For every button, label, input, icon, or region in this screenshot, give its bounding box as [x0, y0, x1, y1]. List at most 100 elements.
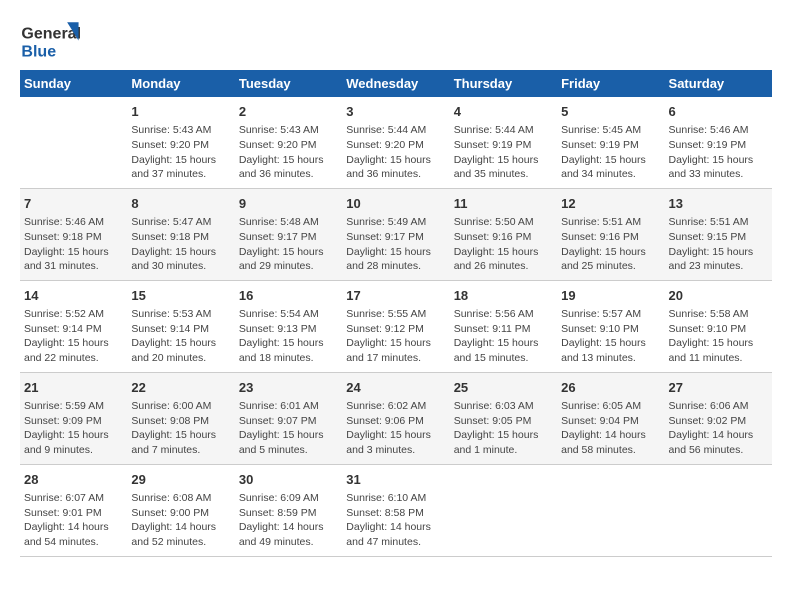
calendar-cell — [665, 464, 772, 556]
day-info: Sunrise: 5:56 AM Sunset: 9:11 PM Dayligh… — [454, 307, 553, 366]
calendar-cell: 27Sunrise: 6:06 AM Sunset: 9:02 PM Dayli… — [665, 372, 772, 464]
calendar-cell: 4 Sunrise: 5:44 AM Sunset: 9:19 PM Daylig… — [450, 97, 557, 188]
calendar-cell: 22Sunrise: 6:00 AM Sunset: 9:08 PM Dayli… — [127, 372, 234, 464]
day-number: 23 — [239, 379, 338, 397]
day-number: 5 — [561, 103, 660, 121]
day-info: Sunrise: 6:01 AM Sunset: 9:07 PM Dayligh… — [239, 399, 338, 458]
day-number: 24 — [346, 379, 445, 397]
day-number: 27 — [669, 379, 768, 397]
day-info: Sunrise: 5:51 AM Sunset: 9:16 PM Dayligh… — [561, 215, 660, 274]
day-number: 13 — [669, 195, 768, 213]
calendar-cell: 20Sunrise: 5:58 AM Sunset: 9:10 PM Dayli… — [665, 280, 772, 372]
day-info: Sunrise: 5:53 AM Sunset: 9:14 PM Dayligh… — [131, 307, 230, 366]
calendar-cell — [557, 464, 664, 556]
day-number: 1 — [131, 103, 230, 121]
calendar-cell: 13 Sunrise: 5:51 AM Sunset: 9:15 PM Dayli… — [665, 188, 772, 280]
calendar-cell: 18 Sunrise: 5:56 AM Sunset: 9:11 PM Dayli… — [450, 280, 557, 372]
col-header-tuesday: Tuesday — [235, 70, 342, 97]
calendar-cell: 9 Sunrise: 5:48 AM Sunset: 9:17 PM Daylig… — [235, 188, 342, 280]
calendar-cell — [20, 97, 127, 188]
calendar-cell: 19Sunrise: 5:57 AM Sunset: 9:10 PM Dayli… — [557, 280, 664, 372]
col-header-friday: Friday — [557, 70, 664, 97]
day-info: Sunrise: 6:10 AM Sunset: 8:58 PM Dayligh… — [346, 491, 445, 550]
day-info: Sunrise: 5:44 AM Sunset: 9:20 PM Dayligh… — [346, 123, 445, 182]
day-info: Sunrise: 5:49 AM Sunset: 9:17 PM Dayligh… — [346, 215, 445, 274]
col-header-wednesday: Wednesday — [342, 70, 449, 97]
day-number: 4 — [454, 103, 553, 121]
day-number: 21 — [24, 379, 123, 397]
calendar-cell: 24Sunrise: 6:02 AM Sunset: 9:06 PM Dayli… — [342, 372, 449, 464]
day-info: Sunrise: 5:52 AM Sunset: 9:14 PM Dayligh… — [24, 307, 123, 366]
calendar-cell: 12 Sunrise: 5:51 AM Sunset: 9:16 PM Dayli… — [557, 188, 664, 280]
week-row-2: 7 Sunrise: 5:46 AM Sunset: 9:18 PM Daylig… — [20, 188, 772, 280]
day-info: Sunrise: 5:48 AM Sunset: 9:17 PM Dayligh… — [239, 215, 338, 274]
calendar-cell: 10 Sunrise: 5:49 AM Sunset: 9:17 PM Dayli… — [342, 188, 449, 280]
calendar-cell: 23 Sunrise: 6:01 AM Sunset: 9:07 PM Dayli… — [235, 372, 342, 464]
calendar-cell: 8 Sunrise: 5:47 AM Sunset: 9:18 PM Daylig… — [127, 188, 234, 280]
calendar-table: SundayMondayTuesdayWednesdayThursdayFrid… — [20, 70, 772, 557]
logo: GeneralBlue — [20, 20, 80, 60]
calendar-cell: 6 Sunrise: 5:46 AM Sunset: 9:19 PM Daylig… — [665, 97, 772, 188]
logo-icon: GeneralBlue — [20, 20, 80, 60]
calendar-cell: 25 Sunrise: 6:03 AM Sunset: 9:05 PM Dayli… — [450, 372, 557, 464]
day-number: 2 — [239, 103, 338, 121]
calendar-cell: 5Sunrise: 5:45 AM Sunset: 9:19 PM Daylig… — [557, 97, 664, 188]
calendar-cell: 2 Sunrise: 5:43 AM Sunset: 9:20 PM Daylig… — [235, 97, 342, 188]
day-info: Sunrise: 5:51 AM Sunset: 9:15 PM Dayligh… — [669, 215, 768, 274]
week-row-1: 1 Sunrise: 5:43 AM Sunset: 9:20 PM Daylig… — [20, 97, 772, 188]
col-header-saturday: Saturday — [665, 70, 772, 97]
calendar-cell: 3 Sunrise: 5:44 AM Sunset: 9:20 PM Daylig… — [342, 97, 449, 188]
calendar-cell: 26Sunrise: 6:05 AM Sunset: 9:04 PM Dayli… — [557, 372, 664, 464]
day-number: 3 — [346, 103, 445, 121]
day-info: Sunrise: 5:54 AM Sunset: 9:13 PM Dayligh… — [239, 307, 338, 366]
day-info: Sunrise: 5:46 AM Sunset: 9:18 PM Dayligh… — [24, 215, 123, 274]
svg-text:Blue: Blue — [21, 44, 56, 60]
day-info: Sunrise: 6:09 AM Sunset: 8:59 PM Dayligh… — [239, 491, 338, 550]
day-info: Sunrise: 5:43 AM Sunset: 9:20 PM Dayligh… — [131, 123, 230, 182]
day-number: 22 — [131, 379, 230, 397]
col-header-monday: Monday — [127, 70, 234, 97]
calendar-cell: 21Sunrise: 5:59 AM Sunset: 9:09 PM Dayli… — [20, 372, 127, 464]
day-number: 28 — [24, 471, 123, 489]
col-header-sunday: Sunday — [20, 70, 127, 97]
day-info: Sunrise: 6:03 AM Sunset: 9:05 PM Dayligh… — [454, 399, 553, 458]
week-row-5: 28 Sunrise: 6:07 AM Sunset: 9:01 PM Dayli… — [20, 464, 772, 556]
day-info: Sunrise: 5:50 AM Sunset: 9:16 PM Dayligh… — [454, 215, 553, 274]
day-number: 8 — [131, 195, 230, 213]
day-number: 25 — [454, 379, 553, 397]
day-number: 30 — [239, 471, 338, 489]
week-row-4: 21Sunrise: 5:59 AM Sunset: 9:09 PM Dayli… — [20, 372, 772, 464]
calendar-cell: 30 Sunrise: 6:09 AM Sunset: 8:59 PM Dayli… — [235, 464, 342, 556]
day-info: Sunrise: 5:55 AM Sunset: 9:12 PM Dayligh… — [346, 307, 445, 366]
day-info: Sunrise: 5:47 AM Sunset: 9:18 PM Dayligh… — [131, 215, 230, 274]
day-info: Sunrise: 5:43 AM Sunset: 9:20 PM Dayligh… — [239, 123, 338, 182]
day-number: 14 — [24, 287, 123, 305]
day-number: 9 — [239, 195, 338, 213]
calendar-cell: 7 Sunrise: 5:46 AM Sunset: 9:18 PM Daylig… — [20, 188, 127, 280]
day-number: 17 — [346, 287, 445, 305]
calendar-cell: 31 Sunrise: 6:10 AM Sunset: 8:58 PM Dayli… — [342, 464, 449, 556]
calendar-cell — [450, 464, 557, 556]
day-number: 10 — [346, 195, 445, 213]
calendar-cell: 11 Sunrise: 5:50 AM Sunset: 9:16 PM Dayli… — [450, 188, 557, 280]
day-number: 7 — [24, 195, 123, 213]
header: GeneralBlue — [20, 20, 772, 60]
calendar-cell: 15Sunrise: 5:53 AM Sunset: 9:14 PM Dayli… — [127, 280, 234, 372]
day-info: Sunrise: 5:57 AM Sunset: 9:10 PM Dayligh… — [561, 307, 660, 366]
day-number: 12 — [561, 195, 660, 213]
day-number: 6 — [669, 103, 768, 121]
calendar-cell: 14 Sunrise: 5:52 AM Sunset: 9:14 PM Dayli… — [20, 280, 127, 372]
day-info: Sunrise: 6:07 AM Sunset: 9:01 PM Dayligh… — [24, 491, 123, 550]
calendar-cell: 28 Sunrise: 6:07 AM Sunset: 9:01 PM Dayli… — [20, 464, 127, 556]
day-info: Sunrise: 6:05 AM Sunset: 9:04 PM Dayligh… — [561, 399, 660, 458]
day-number: 20 — [669, 287, 768, 305]
day-info: Sunrise: 6:08 AM Sunset: 9:00 PM Dayligh… — [131, 491, 230, 550]
day-info: Sunrise: 5:44 AM Sunset: 9:19 PM Dayligh… — [454, 123, 553, 182]
calendar-cell: 1 Sunrise: 5:43 AM Sunset: 9:20 PM Daylig… — [127, 97, 234, 188]
day-info: Sunrise: 5:46 AM Sunset: 9:19 PM Dayligh… — [669, 123, 768, 182]
day-number: 18 — [454, 287, 553, 305]
calendar-cell: 16Sunrise: 5:54 AM Sunset: 9:13 PM Dayli… — [235, 280, 342, 372]
day-number: 31 — [346, 471, 445, 489]
day-number: 11 — [454, 195, 553, 213]
week-row-3: 14 Sunrise: 5:52 AM Sunset: 9:14 PM Dayli… — [20, 280, 772, 372]
